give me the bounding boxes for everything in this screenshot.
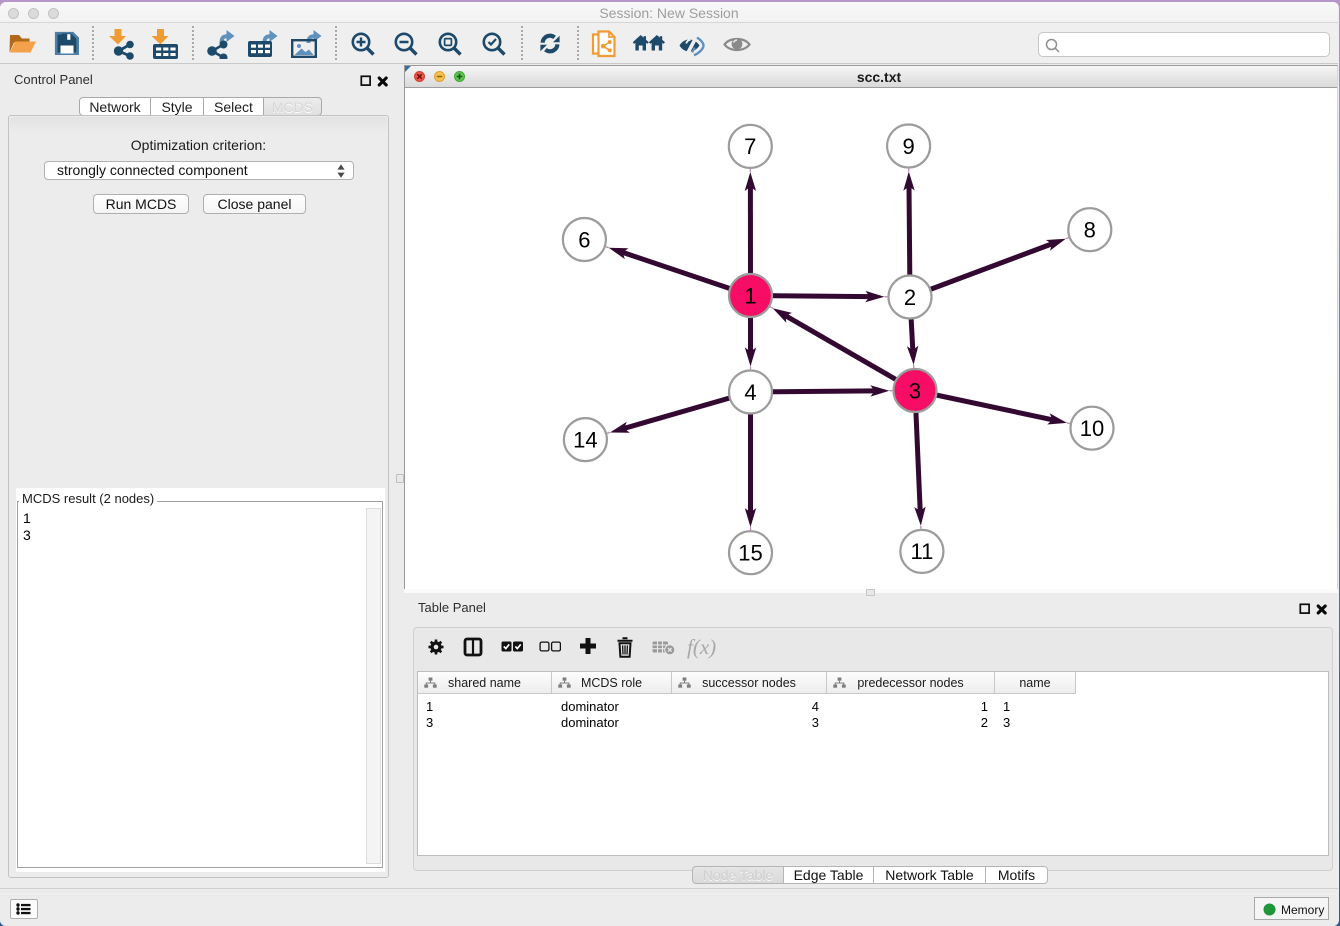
svg-text:15: 15	[738, 541, 762, 566]
svg-text:1: 1	[744, 283, 756, 308]
svg-text:4: 4	[744, 380, 756, 405]
svg-text:14: 14	[573, 427, 597, 452]
svg-text:10: 10	[1080, 416, 1104, 441]
svg-text:7: 7	[744, 134, 756, 159]
svg-text:3: 3	[909, 378, 921, 403]
svg-text:9: 9	[902, 134, 914, 159]
svg-text:6: 6	[578, 227, 590, 252]
svg-text:8: 8	[1084, 218, 1096, 243]
svg-text:11: 11	[910, 539, 933, 564]
svg-text:2: 2	[904, 285, 916, 310]
